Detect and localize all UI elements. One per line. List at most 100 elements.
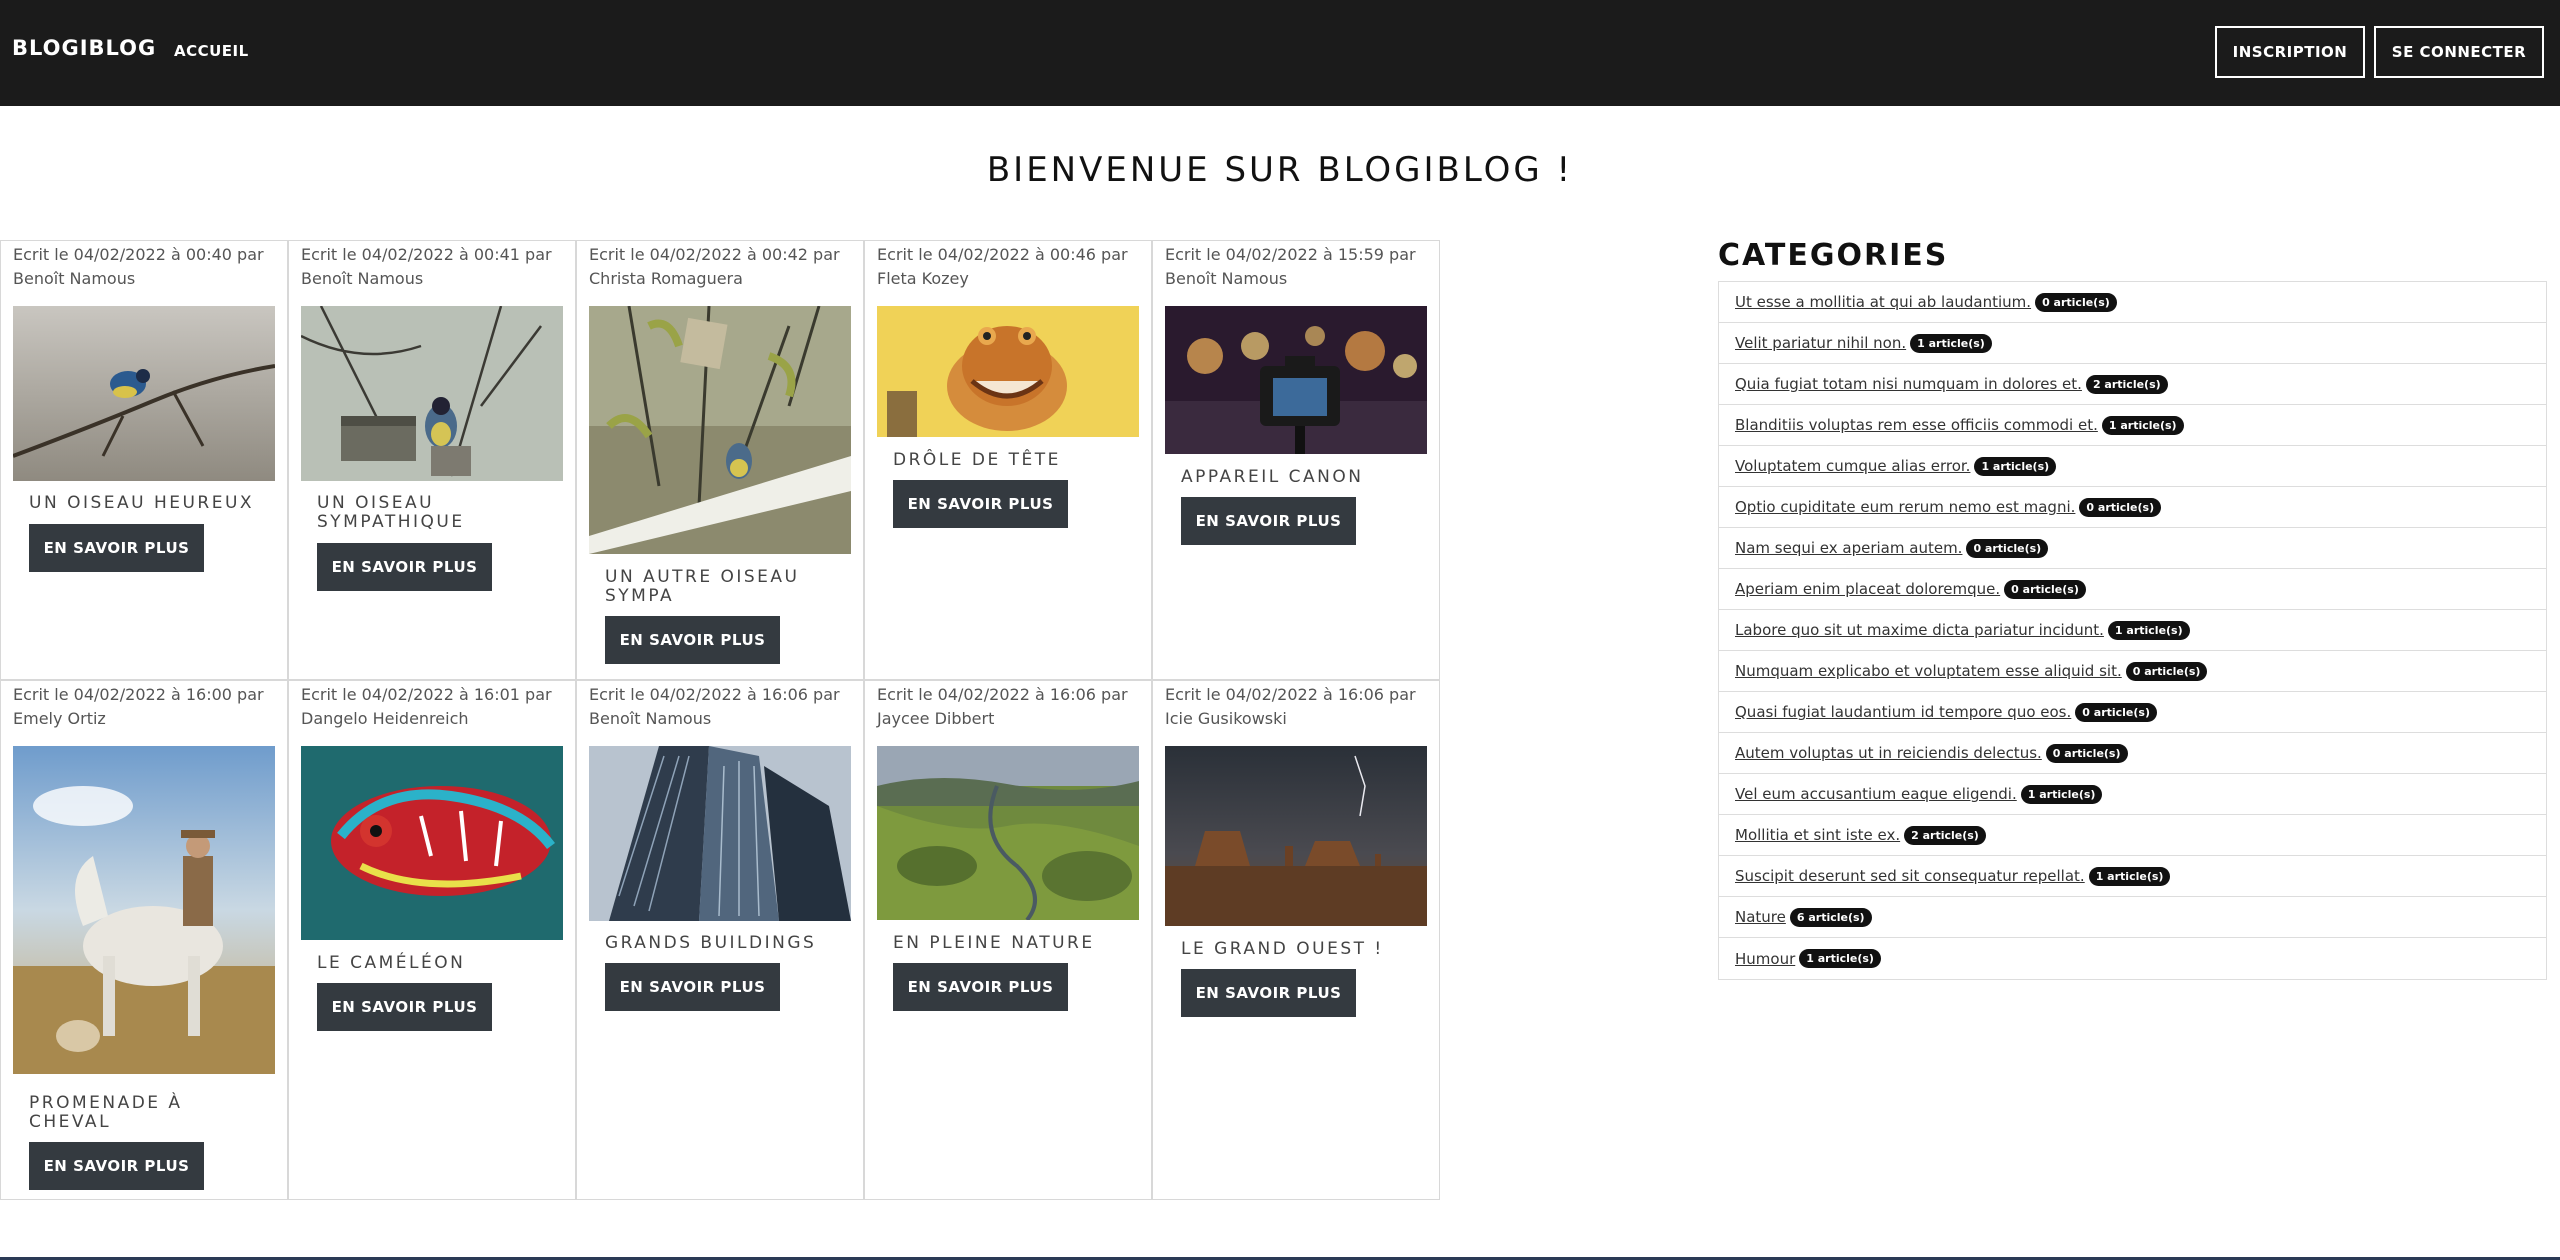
desert-monument-image[interactable] (1165, 746, 1427, 926)
list-item: Vel eum accusantium eaque eligendi. 1 art… (1719, 774, 2546, 815)
article-card: Ecrit le 04/02/2022 à 16:00 par Emely Or… (0, 680, 288, 1200)
bird-on-branch-image[interactable] (13, 306, 275, 481)
read-more-button[interactable]: EN SAVOIR PLUS (317, 543, 492, 591)
read-more-button[interactable]: EN SAVOIR PLUS (29, 524, 204, 572)
read-more-button[interactable]: EN SAVOIR PLUS (605, 963, 780, 1011)
category-link[interactable]: Ut esse a mollitia at qui ab laudantium. (1735, 293, 2031, 311)
read-more-button[interactable]: EN SAVOIR PLUS (893, 480, 1068, 528)
article-title[interactable]: GRANDS BUILDINGS (605, 934, 845, 953)
categories-title: CATEGORIES (1718, 238, 1949, 273)
nav-home-link[interactable]: ACCUEIL (174, 42, 249, 60)
signup-button[interactable]: INSCRIPTION (2215, 26, 2365, 78)
list-item: Ut esse a mollitia at qui ab laudantium.… (1719, 282, 2546, 323)
camera-bokeh-image[interactable] (1165, 306, 1427, 454)
category-link[interactable]: Humour (1735, 950, 1795, 968)
article-meta: Ecrit le 04/02/2022 à 16:06 par Icie Gus… (1165, 685, 1416, 728)
article-title[interactable]: UN OISEAU SYMPATHIQUE (317, 494, 557, 532)
article-meta: Ecrit le 04/02/2022 à 16:06 par Jaycee D… (877, 685, 1128, 728)
article-card: Ecrit le 04/02/2022 à 00:40 par Benoît N… (0, 240, 288, 680)
category-link[interactable]: Quia fugiat totam nisi numquam in dolore… (1735, 375, 2082, 393)
read-more-button[interactable]: EN SAVOIR PLUS (29, 1142, 204, 1190)
read-more-button[interactable]: EN SAVOIR PLUS (893, 963, 1068, 1011)
login-button[interactable]: SE CONNECTER (2374, 26, 2544, 78)
article-count-badge: 0 article(s) (2035, 292, 2117, 312)
list-item: Nam sequi ex aperiam autem. 0 article(s) (1719, 528, 2546, 569)
category-link[interactable]: Mollitia et sint iste ex. (1735, 826, 1900, 844)
skyscrapers-image[interactable] (589, 746, 851, 921)
top-navbar: BLOGIBLOG ACCUEIL INSCRIPTION SE CONNECT… (0, 0, 2560, 106)
chameleon-image[interactable] (301, 746, 563, 940)
list-item: Numquam explicabo et voluptatem esse ali… (1719, 651, 2546, 692)
article-meta: Ecrit le 04/02/2022 à 16:01 par Dangelo … (301, 685, 552, 728)
article-count-badge: 1 article(s) (2088, 866, 2171, 886)
list-item: Aperiam enim placeat doloremque. 0 articl… (1719, 569, 2546, 610)
article-card: Ecrit le 04/02/2022 à 00:42 par Christa … (576, 240, 864, 680)
bird-near-feeder-image[interactable] (589, 306, 851, 554)
list-item: Nature 6 article(s) (1719, 897, 2546, 938)
article-meta: Ecrit le 04/02/2022 à 00:42 par Christa … (589, 245, 840, 288)
landscape-valley-image[interactable] (877, 746, 1139, 920)
article-meta: Ecrit le 04/02/2022 à 16:06 par Benoît N… (589, 685, 840, 728)
article-title[interactable]: LE GRAND OUEST ! (1181, 940, 1421, 959)
article-title[interactable]: PROMENADE À CHEVAL (29, 1094, 269, 1132)
category-link[interactable]: Blanditiis voluptas rem esse officiis co… (1735, 416, 2098, 434)
categories-list: Ut esse a mollitia at qui ab laudantium.… (1718, 281, 2547, 980)
article-title[interactable]: EN PLEINE NATURE (893, 934, 1133, 953)
article-title[interactable]: APPAREIL CANON (1181, 468, 1421, 487)
article-title[interactable]: UN AUTRE OISEAU SYMPA (605, 568, 845, 606)
article-title[interactable]: LE CAMÉLÉON (317, 954, 557, 973)
article-title[interactable]: UN OISEAU HEUREUX (29, 494, 269, 513)
bird-on-birdhouse-image[interactable] (301, 306, 563, 481)
category-link[interactable]: Suscipit deserunt sed sit consequatur re… (1735, 867, 2085, 885)
article-meta: Ecrit le 04/02/2022 à 00:46 par Fleta Ko… (877, 245, 1128, 288)
article-meta: Ecrit le 04/02/2022 à 16:00 par Emely Or… (13, 685, 264, 728)
category-link[interactable]: Voluptatem cumque alias error. (1735, 457, 1970, 475)
category-link[interactable]: Quasi fugiat laudantium id tempore quo e… (1735, 703, 2071, 721)
list-item: Quasi fugiat laudantium id tempore quo e… (1719, 692, 2546, 733)
article-card: Ecrit le 04/02/2022 à 16:06 par Icie Gus… (1152, 680, 1440, 1200)
article-count-badge: 0 article(s) (2075, 702, 2157, 722)
article-card: Ecrit le 04/02/2022 à 16:06 par Jaycee D… (864, 680, 1152, 1200)
article-count-badge: 1 article(s) (2107, 620, 2190, 640)
article-count-badge: 0 article(s) (2004, 579, 2086, 599)
article-count-badge: 0 article(s) (1966, 538, 2049, 558)
alien-character-image[interactable] (877, 306, 1139, 437)
article-meta: Ecrit le 04/02/2022 à 15:59 par Benoît N… (1165, 245, 1416, 288)
list-item: Suscipit deserunt sed sit consequatur re… (1719, 856, 2546, 897)
horse-rider-image[interactable] (13, 746, 275, 1074)
read-more-button[interactable]: EN SAVOIR PLUS (317, 983, 492, 1031)
article-count-badge: 6 article(s) (1789, 907, 1872, 927)
read-more-button[interactable]: EN SAVOIR PLUS (1181, 497, 1356, 545)
category-link[interactable]: Nam sequi ex aperiam autem. (1735, 539, 1962, 557)
read-more-button[interactable]: EN SAVOIR PLUS (605, 616, 780, 664)
list-item: Optio cupiditate eum rerum nemo est magn… (1719, 487, 2546, 528)
category-link[interactable]: Numquam explicabo et voluptatem esse ali… (1735, 662, 2122, 680)
article-count-badge: 1 article(s) (2020, 784, 2103, 804)
list-item: Autem voluptas ut in reiciendis delectus… (1719, 733, 2546, 774)
article-count-badge: 1 article(s) (1974, 456, 2057, 476)
article-meta: Ecrit le 04/02/2022 à 00:41 par Benoît N… (301, 245, 552, 288)
category-link[interactable]: Velit pariatur nihil non. (1735, 334, 1906, 352)
article-card: Ecrit le 04/02/2022 à 00:41 par Benoît N… (288, 240, 576, 680)
article-card: Ecrit le 04/02/2022 à 16:01 par Dangelo … (288, 680, 576, 1200)
list-item: Labore quo sit ut maxime dicta pariatur … (1719, 610, 2546, 651)
brand-logo[interactable]: BLOGIBLOG (12, 36, 156, 60)
list-item: Mollitia et sint iste ex. 2 article(s) (1719, 815, 2546, 856)
list-item: Voluptatem cumque alias error. 1 article(… (1719, 446, 2546, 487)
read-more-button[interactable]: EN SAVOIR PLUS (1181, 969, 1356, 1017)
article-count-badge: 0 article(s) (2045, 743, 2128, 763)
article-meta: Ecrit le 04/02/2022 à 00:40 par Benoît N… (13, 245, 264, 288)
list-item: Quia fugiat totam nisi numquam in dolore… (1719, 364, 2546, 405)
article-card: Ecrit le 04/02/2022 à 16:06 par Benoît N… (576, 680, 864, 1200)
article-count-badge: 2 article(s) (2085, 374, 2168, 394)
category-link[interactable]: Labore quo sit ut maxime dicta pariatur … (1735, 621, 2104, 639)
category-link[interactable]: Nature (1735, 908, 1786, 926)
category-link[interactable]: Autem voluptas ut in reiciendis delectus… (1735, 744, 2042, 762)
article-title[interactable]: DRÔLE DE TÊTE (893, 451, 1133, 470)
list-item: Velit pariatur nihil non. 1 article(s) (1719, 323, 2546, 364)
category-link[interactable]: Aperiam enim placeat doloremque. (1735, 580, 2000, 598)
article-card: Ecrit le 04/02/2022 à 00:46 par Fleta Ko… (864, 240, 1152, 680)
category-link[interactable]: Vel eum accusantium eaque eligendi. (1735, 785, 2017, 803)
category-link[interactable]: Optio cupiditate eum rerum nemo est magn… (1735, 498, 2075, 516)
article-card: Ecrit le 04/02/2022 à 15:59 par Benoît N… (1152, 240, 1440, 680)
